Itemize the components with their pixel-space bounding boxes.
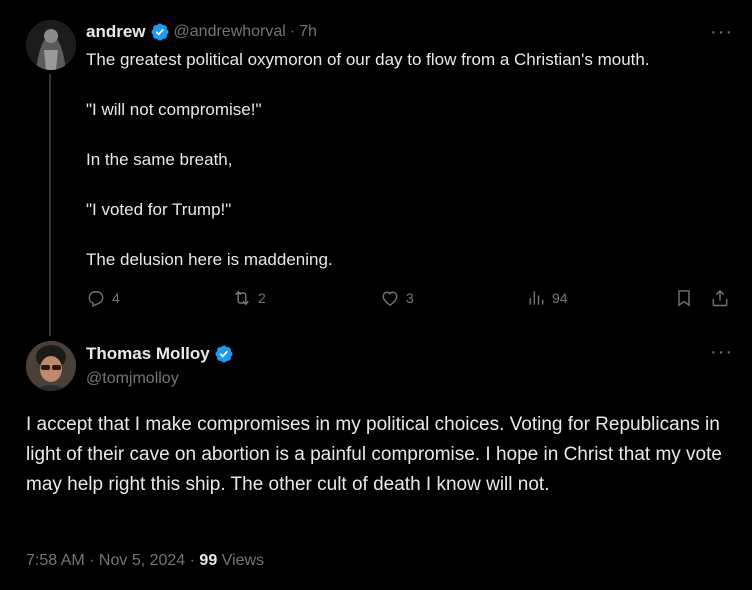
bookmark-button[interactable] — [674, 288, 694, 308]
verified-badge-icon — [150, 23, 169, 41]
tweet-paragraph: "I will not compromise!" — [86, 100, 262, 119]
repost-icon — [235, 290, 249, 306]
like-button[interactable]: 3 — [380, 288, 414, 308]
tweet-paragraph: The delusion here is maddening. — [86, 250, 333, 269]
parent-author-handle[interactable]: @andrewhorval — [174, 23, 286, 41]
more-options-icon[interactable]: ··· — [710, 22, 732, 42]
parent-timestamp[interactable]: 7h — [299, 23, 317, 41]
parent-avatar[interactable] — [26, 20, 76, 70]
reply-text: I accept that I make compromises in my p… — [26, 414, 722, 495]
reply-header: Thomas Molloy — [86, 344, 234, 364]
more-options-icon[interactable]: ··· — [710, 342, 732, 362]
views-chart-icon — [529, 291, 544, 305]
reply-views-count: 99 — [199, 552, 218, 569]
parent-header: andrew @andrewhorval · 7h — [86, 22, 317, 42]
repost-count: 2 — [258, 290, 266, 306]
reply-footer: 7:58 AM · Nov 5, 2024 · 99 Views — [26, 552, 264, 570]
tweet-paragraph: In the same breath, — [86, 150, 233, 169]
views-button[interactable]: 94 — [526, 288, 568, 308]
reply-timestamp[interactable]: 7:58 AM · Nov 5, 2024 · — [26, 552, 199, 569]
reply-avatar[interactable] — [26, 341, 76, 391]
tweet-paragraph: "I voted for Trump!" — [86, 200, 232, 219]
tweet-paragraph: The greatest political oxymoron of our d… — [86, 50, 650, 69]
share-button[interactable] — [710, 288, 730, 308]
reply-count: 4 — [112, 290, 120, 306]
reply-author-handle[interactable]: @tomjmolloy — [86, 370, 179, 388]
reply-author-name[interactable]: Thomas Molloy — [86, 344, 210, 364]
bookmark-icon — [678, 290, 690, 307]
parent-author-name[interactable]: andrew — [86, 22, 146, 42]
verified-badge-icon — [215, 345, 233, 363]
views-count: 94 — [552, 290, 568, 306]
repost-button[interactable]: 2 — [232, 288, 266, 308]
like-count: 3 — [406, 290, 414, 306]
reply-button[interactable]: 4 — [86, 288, 120, 308]
reply-views-label: Views — [217, 552, 265, 569]
separator-dot: · — [289, 23, 296, 40]
thread-line — [49, 74, 51, 336]
share-icon — [712, 289, 728, 307]
heart-icon — [382, 291, 398, 306]
reply-icon — [88, 291, 104, 308]
tweet-actions: 4 2 3 94 — [86, 288, 736, 314]
